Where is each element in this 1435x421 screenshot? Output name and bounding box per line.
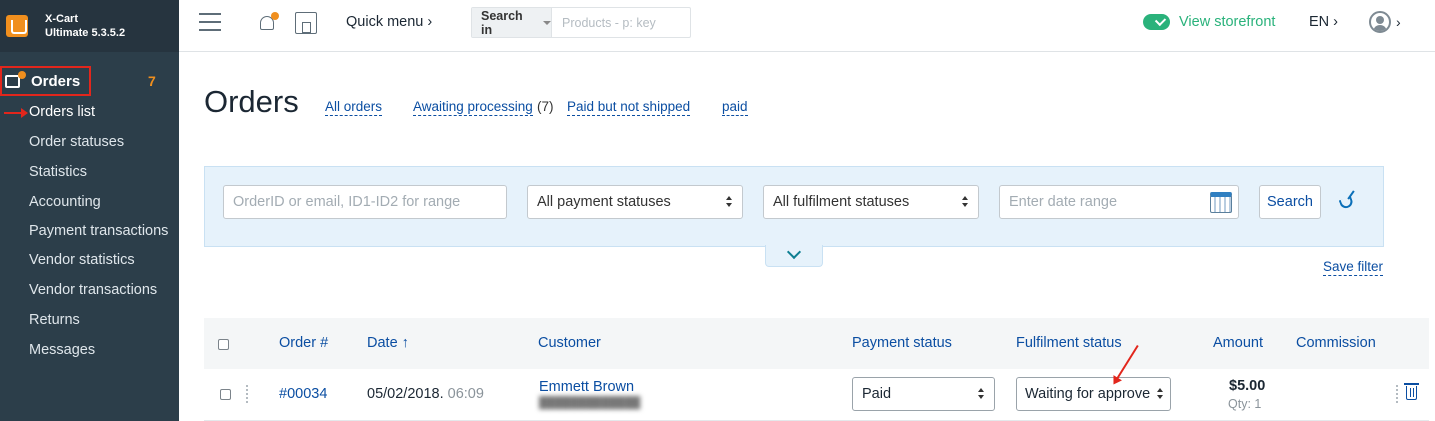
storefront-icon[interactable] xyxy=(295,12,317,34)
sidebar-item-returns[interactable]: Returns xyxy=(0,305,179,335)
chevron-down-icon xyxy=(786,244,802,260)
date-range-input[interactable]: Enter date range xyxy=(999,185,1239,219)
sidebar-item-accounting[interactable]: Accounting xyxy=(0,187,179,217)
orders-icon xyxy=(4,71,26,91)
row-fulfilment-status-select[interactable]: Waiting for approve xyxy=(1016,377,1171,411)
annotation-arrow-icon xyxy=(4,108,28,118)
expand-filter-button[interactable] xyxy=(765,244,823,267)
select-arrows-icon xyxy=(962,196,969,208)
awaiting-count: (7) xyxy=(537,99,554,114)
drag-handle-icon[interactable] xyxy=(246,385,248,403)
order-amount: $5.00 xyxy=(1229,378,1266,394)
column-fulfilment-status[interactable]: Fulfilment status xyxy=(1016,335,1122,351)
sidebar-item-orders[interactable]: Orders xyxy=(0,66,91,96)
hamburger-menu-icon[interactable] xyxy=(199,13,221,33)
order-number-link[interactable]: #00034 xyxy=(279,386,327,402)
sidebar-item-vendor-statistics[interactable]: Vendor statistics xyxy=(0,245,179,275)
fulfilment-status-select[interactable]: All fulfilment statuses xyxy=(763,185,979,219)
select-arrows-icon xyxy=(726,196,733,208)
clear-filter-icon[interactable] xyxy=(1337,190,1359,212)
sidebar-item-payment-transactions[interactable]: Payment transactions xyxy=(0,217,179,245)
brand[interactable]: X-Cart Ultimate 5.3.5.2 xyxy=(0,0,179,52)
customer-email-blurred: █████████████ xyxy=(539,397,641,409)
top-bar: Quick menu › Search in View storefront E… xyxy=(179,0,1435,52)
payment-status-value: All payment statuses xyxy=(537,194,671,210)
order-search-placeholder: OrderID or email, ID1-ID2 for range xyxy=(233,194,461,210)
date-range-placeholder: Enter date range xyxy=(1009,194,1118,210)
orders-count-badge: 7 xyxy=(148,73,156,89)
search-button[interactable]: Search xyxy=(1259,185,1321,219)
sidebar-item-order-statuses[interactable]: Order statuses xyxy=(0,127,179,157)
customer-name-link[interactable]: Emmett Brown xyxy=(539,379,634,395)
order-time: 06:09 xyxy=(447,386,484,402)
user-menu-chevron-icon[interactable]: › xyxy=(1396,14,1401,30)
search-in-dropdown[interactable]: Search in xyxy=(472,8,552,37)
brand-name: X-Cart Ultimate 5.3.5.2 xyxy=(45,12,125,40)
search-input[interactable] xyxy=(552,8,682,37)
select-arrows-icon xyxy=(1157,388,1164,400)
column-amount[interactable]: Amount xyxy=(1213,335,1263,351)
brand-title: X-Cart xyxy=(45,13,79,25)
order-quantity: Qty: 1 xyxy=(1228,397,1262,411)
order-date-value: 05/02/2018. xyxy=(367,386,444,402)
select-all-checkbox[interactable] xyxy=(218,339,229,350)
column-payment-status[interactable]: Payment status xyxy=(852,335,952,351)
sidebar-item-vendor-transactions[interactable]: Vendor transactions xyxy=(0,275,179,305)
page-title: Orders xyxy=(204,84,299,119)
view-storefront-link[interactable]: View storefront xyxy=(1179,14,1275,30)
row-checkbox[interactable] xyxy=(220,389,231,400)
storefront-toggle[interactable] xyxy=(1143,14,1170,30)
row-actions-handle-icon[interactable] xyxy=(1396,385,1398,403)
user-avatar-icon[interactable] xyxy=(1369,11,1391,33)
column-customer[interactable]: Customer xyxy=(538,335,601,351)
column-order-number[interactable]: Order # xyxy=(279,335,328,351)
order-search-input[interactable]: OrderID or email, ID1-ID2 for range xyxy=(223,185,507,219)
notification-bell-icon[interactable] xyxy=(257,12,279,34)
sidebar-item-messages[interactable]: Messages xyxy=(0,335,179,365)
order-date: 05/02/2018. 06:09 xyxy=(367,386,484,402)
quick-menu-button[interactable]: Quick menu › xyxy=(346,14,432,30)
orders-submenu: Orders list Order statuses Statistics Ac… xyxy=(0,97,179,365)
save-filter-link[interactable]: Save filter xyxy=(1323,259,1384,276)
tab-awaiting-processing[interactable]: Awaiting processing xyxy=(413,99,533,116)
tab-paid[interactable]: paid xyxy=(722,99,748,116)
column-date[interactable]: Date ↑ xyxy=(367,335,409,351)
trash-icon[interactable] xyxy=(1404,383,1419,400)
calendar-icon[interactable] xyxy=(1210,192,1232,213)
payment-status-select[interactable]: All payment statuses xyxy=(527,185,743,219)
sidebar-item-label: Orders xyxy=(31,72,81,90)
language-selector[interactable]: EN › xyxy=(1309,14,1338,30)
global-search: Search in xyxy=(471,7,691,38)
column-commission[interactable]: Commission xyxy=(1296,335,1376,351)
tab-all-orders[interactable]: All orders xyxy=(325,99,383,116)
sidebar-item-statistics[interactable]: Statistics xyxy=(0,157,179,187)
xcart-logo-icon xyxy=(6,15,28,37)
row-payment-status-value: Paid xyxy=(862,386,892,402)
tab-paid-not-shipped[interactable]: Paid but not shipped xyxy=(567,99,691,116)
brand-version: Ultimate 5.3.5.2 xyxy=(45,27,126,39)
row-payment-status-select[interactable]: Paid xyxy=(852,377,995,411)
fulfilment-status-value: All fulfilment statuses xyxy=(773,194,910,210)
select-arrows-icon xyxy=(978,388,985,400)
row-fulfilment-status-value: Waiting for approve xyxy=(1025,386,1151,402)
